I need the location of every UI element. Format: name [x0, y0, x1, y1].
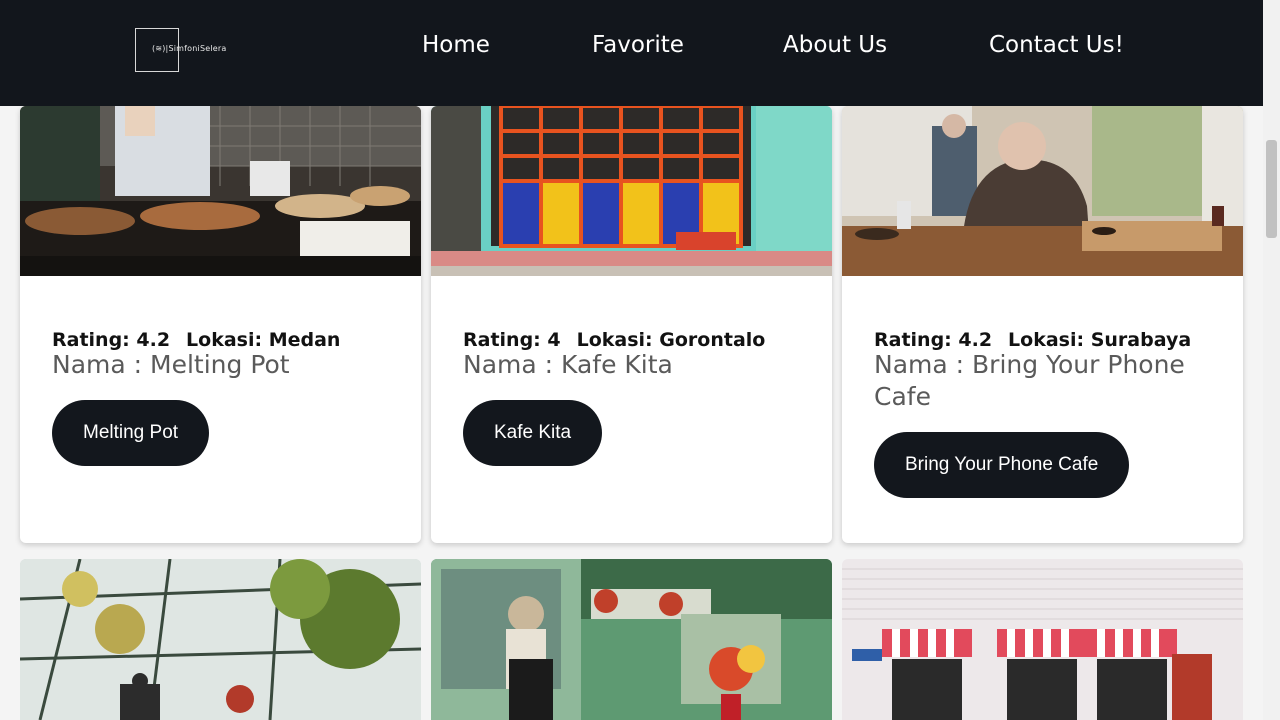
- card-body: Rating: 4 Lokasi: Gorontalo Nama : Kafe K…: [463, 329, 803, 466]
- cafe-name: Nama : Bring Your Phone Cafe: [874, 350, 1185, 411]
- rating-text: Rating: 4: [463, 329, 561, 351]
- rating-text: Rating: 4.2: [874, 329, 993, 351]
- scrollbar-thumb[interactable]: [1266, 140, 1277, 238]
- rating-text: Rating: 4.2: [52, 329, 171, 351]
- nav-home-link[interactable]: Home: [422, 32, 490, 58]
- card-body: Rating: 4.2 Lokasi: Surabaya Nama : Bring…: [874, 329, 1214, 498]
- nav-contact-link[interactable]: Contact Us!: [989, 32, 1124, 58]
- cafe-name: Nama : Kafe Kita: [463, 350, 673, 379]
- site-header: (≋)|SimfoniSelera Home Favorite About Us…: [0, 0, 1263, 106]
- bakery-counter-photo: [20, 106, 421, 276]
- cafe-detail-button[interactable]: Melting Pot: [52, 400, 210, 466]
- card-meta: Rating: 4 Lokasi: Gorontalo: [463, 329, 803, 351]
- cafe-detail-button[interactable]: Bring Your Phone Cafe: [874, 432, 1130, 498]
- storefront-awnings-photo: [842, 559, 1243, 720]
- nav-favorite-link[interactable]: Favorite: [592, 32, 684, 58]
- cafe-patrons-photo: [842, 106, 1243, 276]
- location-text: Lokasi: Surabaya: [1008, 329, 1192, 351]
- card-meta: Rating: 4.2 Lokasi: Surabaya: [874, 329, 1214, 351]
- nav-about-link[interactable]: About Us: [783, 32, 887, 58]
- card-meta: Rating: 4.2 Lokasi: Medan: [52, 329, 392, 351]
- cafe-card: Rating: 4 Lokasi: Gorontalo Nama : Kafe K…: [431, 106, 832, 543]
- location-text: Lokasi: Gorontalo: [576, 329, 766, 351]
- cafe-name: Nama : Melting Pot: [52, 350, 290, 379]
- cafe-card: Rating: 4.2 Lokasi: Surabaya Nama : Bring…: [842, 106, 1243, 543]
- cafe-detail-button[interactable]: Kafe Kita: [463, 400, 603, 466]
- card-body: Rating: 4.2 Lokasi: Medan Nama : Melting …: [52, 329, 392, 466]
- logo-text: (≋)|SimfoniSelera: [152, 44, 227, 53]
- location-text: Lokasi: Medan: [186, 329, 341, 351]
- garden-cafe-photo: [431, 559, 832, 720]
- cafe-card: Rating: 4.2 Lokasi: Medan Nama : Melting …: [20, 106, 421, 543]
- colorful-window-photo: [431, 106, 832, 276]
- greenhouse-cafe-photo: [20, 559, 421, 720]
- scrollbar-track[interactable]: [1263, 0, 1280, 720]
